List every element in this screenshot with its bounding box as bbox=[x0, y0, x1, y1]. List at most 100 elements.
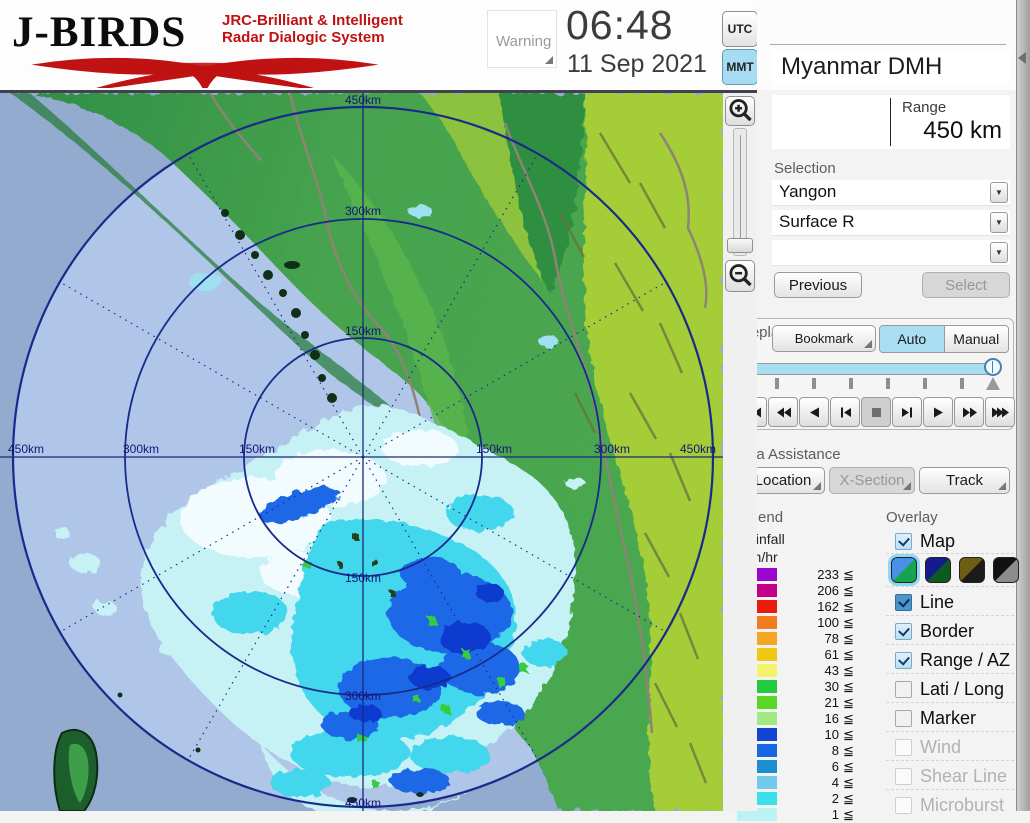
x-section-button[interactable]: X-Section bbox=[829, 467, 915, 494]
checkbox[interactable] bbox=[895, 768, 912, 785]
checkbox[interactable] bbox=[895, 533, 912, 550]
panel-edge-strip[interactable] bbox=[1016, 0, 1030, 811]
site-dropdown[interactable]: Yangon ▼ bbox=[772, 180, 1010, 206]
checkbox[interactable] bbox=[895, 652, 912, 669]
magnifier-minus-icon bbox=[729, 264, 752, 287]
zoom-in-button[interactable] bbox=[725, 96, 755, 126]
clock-date: 11 Sep 2021 bbox=[567, 50, 707, 78]
checkbox[interactable] bbox=[895, 797, 912, 814]
legend-operator: ≦ bbox=[843, 759, 854, 774]
step-backward-button[interactable] bbox=[830, 397, 860, 427]
range-ring-label: 150km bbox=[345, 571, 381, 585]
eagle-icon bbox=[31, 57, 379, 88]
range-ring-label: 300km bbox=[123, 442, 159, 456]
legend-value: 4 bbox=[831, 775, 839, 790]
logo-title: J-BIRDS bbox=[12, 9, 187, 56]
checkbox[interactable] bbox=[895, 594, 912, 611]
southern-island bbox=[53, 728, 99, 811]
overlay-item-line: Line bbox=[886, 592, 1014, 616]
legend-value: 233 bbox=[817, 567, 839, 582]
chevron-down-icon[interactable]: ▼ bbox=[990, 212, 1008, 233]
check-icon bbox=[898, 624, 910, 637]
step-forward-icon bbox=[901, 407, 912, 417]
transport-controls bbox=[737, 397, 1015, 427]
overlay-item-label: Range / AZ bbox=[920, 650, 1011, 670]
legend-operator: ≦ bbox=[843, 583, 854, 598]
zoom-slider-track[interactable] bbox=[733, 128, 747, 256]
play-backward-button[interactable] bbox=[799, 397, 829, 427]
zoom-out-button[interactable] bbox=[725, 260, 755, 292]
chevron-down-icon[interactable]: ▼ bbox=[990, 242, 1008, 263]
chevron-down-icon[interactable]: ▼ bbox=[990, 182, 1008, 203]
overlay-item-lati-long: Lati / Long bbox=[886, 679, 1014, 703]
step-forward-button[interactable] bbox=[892, 397, 922, 427]
map-style-dark-blue-style[interactable] bbox=[925, 557, 951, 583]
map-style-gray-style[interactable] bbox=[993, 557, 1019, 583]
legend-value: 206 bbox=[817, 583, 839, 598]
overlay-item-map: Map bbox=[886, 531, 1014, 555]
bookmark-button[interactable]: Bookmark bbox=[772, 325, 876, 352]
radar-map[interactable]: 450km 300km 150km 150km 300km 450km 450km 300km… bbox=[0, 93, 723, 811]
product-dropdown[interactable]: Surface R ▼ bbox=[772, 210, 1010, 236]
track-button[interactable]: Track bbox=[919, 467, 1010, 494]
play-forward-icon bbox=[933, 407, 943, 417]
forward-button[interactable] bbox=[954, 397, 984, 427]
rewind-button[interactable] bbox=[768, 397, 798, 427]
mmt-button[interactable]: MMT bbox=[722, 49, 758, 85]
check-icon bbox=[898, 653, 910, 666]
overlay-item-range-az: Range / AZ bbox=[886, 650, 1014, 674]
overlay-item-shear-line: Shear Line bbox=[886, 766, 1014, 790]
forward-fast-icon bbox=[991, 407, 1009, 417]
forward-fast-button[interactable] bbox=[985, 397, 1015, 427]
overlay-separator bbox=[886, 789, 1014, 790]
range-value: 450 km bbox=[923, 117, 1002, 144]
utc-button[interactable]: UTC bbox=[722, 11, 758, 47]
checkbox[interactable] bbox=[895, 623, 912, 640]
legend-value: 1 bbox=[831, 807, 839, 822]
range-divider bbox=[890, 98, 891, 146]
legend-operator: ≦ bbox=[843, 807, 854, 822]
previous-button[interactable]: Previous bbox=[774, 272, 862, 298]
range-ring-label: 450km bbox=[8, 442, 44, 456]
collapse-panel-arrow-icon[interactable] bbox=[1018, 52, 1026, 64]
timeline-end-marker[interactable] bbox=[986, 377, 1000, 390]
legend-operator: ≦ bbox=[843, 679, 854, 694]
logo-subtitle: JRC-Brilliant & Intelligent Radar Dialog… bbox=[222, 12, 403, 46]
replay-mode-toggle: Auto Manual bbox=[879, 325, 1009, 353]
legend-value: 21 bbox=[824, 695, 839, 710]
overlay-label: Overlay bbox=[886, 509, 938, 526]
replay-timeline-slider[interactable] bbox=[741, 363, 997, 375]
legend-operator: ≦ bbox=[843, 647, 854, 662]
warning-button[interactable]: Warning bbox=[487, 10, 557, 68]
checkbox[interactable] bbox=[895, 739, 912, 756]
legend-operator: ≦ bbox=[843, 663, 854, 678]
legend-value: 2 bbox=[831, 791, 839, 806]
overlay-separator bbox=[886, 553, 1014, 554]
legend-value: 30 bbox=[824, 679, 839, 694]
zoom-slider-handle[interactable] bbox=[727, 238, 753, 253]
map-style-olive-style[interactable] bbox=[959, 557, 985, 583]
select-button[interactable]: Select bbox=[922, 272, 1010, 298]
legend-operator: ≦ bbox=[843, 631, 854, 646]
checkbox[interactable] bbox=[895, 681, 912, 698]
overlay-separator bbox=[886, 760, 1014, 761]
overlay-separator bbox=[886, 702, 1014, 703]
manual-mode-button[interactable]: Manual bbox=[944, 326, 1008, 352]
stop-button[interactable] bbox=[861, 397, 891, 427]
legend-operator: ≦ bbox=[843, 711, 854, 726]
rewind-icon bbox=[776, 407, 791, 417]
magnifier-plus-icon bbox=[729, 99, 752, 122]
auto-mode-button[interactable]: Auto bbox=[880, 326, 945, 352]
map-style-terrain-style[interactable] bbox=[888, 554, 920, 586]
overlay-item-label: Lati / Long bbox=[920, 679, 1005, 699]
product-dropdown-value: Surface R bbox=[779, 212, 855, 231]
overlay-item-label: Marker bbox=[920, 708, 977, 728]
extra-dropdown[interactable]: ▼ bbox=[772, 240, 1010, 266]
range-box: Range 450 km bbox=[772, 95, 1010, 149]
play-forward-button[interactable] bbox=[923, 397, 953, 427]
legend-operator: ≦ bbox=[843, 567, 854, 582]
replay-slider-handle[interactable] bbox=[984, 358, 1002, 376]
overlay-item-label: Shear Line bbox=[920, 766, 1008, 786]
check-icon bbox=[898, 595, 910, 608]
checkbox[interactable] bbox=[895, 710, 912, 727]
